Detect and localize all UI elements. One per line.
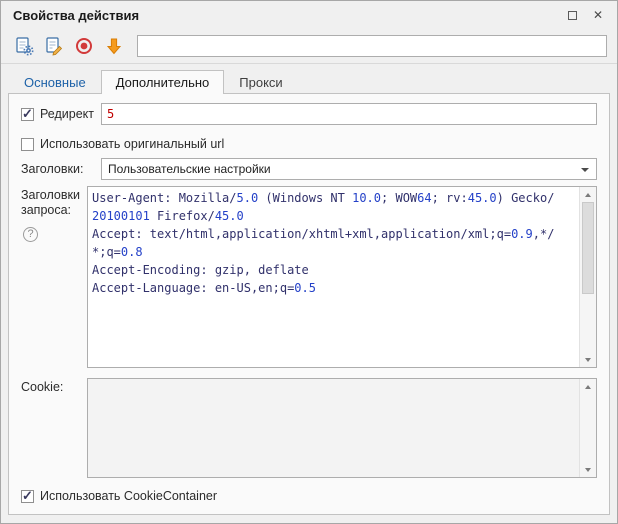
request-headers-row: Заголовки запроса: ? User-Agent: Mozilla… xyxy=(21,186,597,368)
scroll-up-icon[interactable] xyxy=(580,187,596,202)
action-properties-button[interactable] xyxy=(11,33,37,59)
request-headers-text: User-Agent: Mozilla/5.0 (Windows NT 10.0… xyxy=(88,187,579,367)
scroll-down-icon[interactable] xyxy=(580,352,596,367)
tab-bar: Основные Дополнительно Прокси xyxy=(1,64,617,94)
redirect-checkbox[interactable] xyxy=(21,108,34,121)
cookie-label: Cookie: xyxy=(21,380,63,394)
use-original-url-row: Использовать оригинальный url xyxy=(21,136,597,152)
headers-mode-selected-value: Пользовательские настройки xyxy=(108,162,271,176)
use-cookie-container-row: Использовать CookieContainer xyxy=(21,488,597,504)
toolbar-input[interactable] xyxy=(137,35,607,57)
action-properties-icon xyxy=(14,36,34,56)
redirect-label: Редирект xyxy=(40,107,94,121)
request-headers-textarea[interactable]: User-Agent: Mozilla/5.0 (Windows NT 10.0… xyxy=(87,186,597,368)
use-cookie-container-checkbox[interactable] xyxy=(21,490,34,503)
cookie-textarea[interactable] xyxy=(87,378,597,478)
action-properties-window: Свойства действия ✕ xyxy=(0,0,618,524)
close-icon: ✕ xyxy=(593,8,603,22)
chevron-down-icon xyxy=(581,168,589,172)
headers-mode-combobox[interactable]: Пользовательские настройки xyxy=(101,158,597,180)
request-headers-label: Заголовки запроса: xyxy=(21,188,80,217)
edit-action-button[interactable] xyxy=(41,33,67,59)
record-icon xyxy=(74,36,94,56)
cookie-scrollbar[interactable] xyxy=(579,379,596,477)
record-button[interactable] xyxy=(71,33,97,59)
move-down-icon xyxy=(104,36,124,56)
close-button[interactable]: ✕ xyxy=(585,4,611,26)
headers-mode-row: Заголовки: Пользовательские настройки xyxy=(21,158,597,180)
toolbar xyxy=(1,29,617,64)
request-headers-scrollbar[interactable] xyxy=(579,187,596,367)
help-icon[interactable]: ? xyxy=(23,227,38,242)
cookie-row: Cookie: xyxy=(21,378,597,478)
use-original-url-checkbox[interactable] xyxy=(21,138,34,151)
maximize-icon xyxy=(568,11,577,20)
titlebar: Свойства действия ✕ xyxy=(1,1,617,29)
cookie-text xyxy=(88,379,579,477)
scroll-up-icon[interactable] xyxy=(580,379,596,394)
tab-content-panel: Редирект Использовать оригинальный url З… xyxy=(8,93,610,515)
use-cookie-container-label: Использовать CookieContainer xyxy=(40,489,217,503)
use-original-url-label: Использовать оригинальный url xyxy=(40,137,224,151)
tab-proksi[interactable]: Прокси xyxy=(224,70,297,94)
tab-osnovnye[interactable]: Основные xyxy=(9,70,101,94)
scroll-down-icon[interactable] xyxy=(580,462,596,477)
headers-mode-label: Заголовки: xyxy=(21,162,83,176)
edit-action-icon xyxy=(44,36,64,56)
tab-dopolnitelno[interactable]: Дополнительно xyxy=(101,70,225,94)
window-title: Свойства действия xyxy=(13,8,559,23)
redirect-count-input[interactable] xyxy=(101,103,597,125)
scrollbar-thumb[interactable] xyxy=(582,202,594,294)
redirect-row: Редирект xyxy=(21,103,597,125)
move-down-button[interactable] xyxy=(101,33,127,59)
maximize-button[interactable] xyxy=(559,4,585,26)
